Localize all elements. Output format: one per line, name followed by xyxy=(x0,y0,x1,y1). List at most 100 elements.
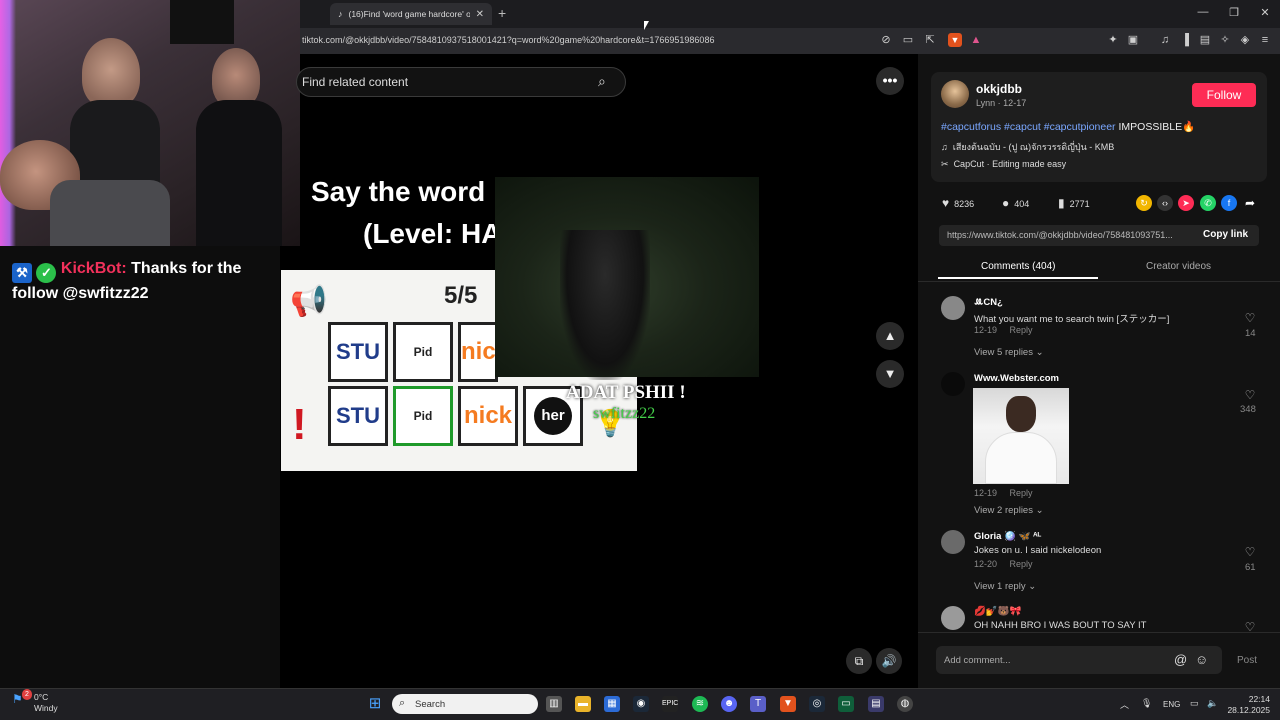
embed-icon[interactable]: ‹› xyxy=(1157,195,1173,211)
hashtag-link[interactable]: #capcutforus xyxy=(941,121,1001,133)
discord-icon[interactable]: ☻ xyxy=(721,696,737,712)
sidebar-icon[interactable]: ▐ xyxy=(1178,33,1192,47)
commenter-name[interactable]: Www.Webster.com xyxy=(974,373,1059,384)
teams-icon[interactable]: T xyxy=(750,696,766,712)
comment-like-count: 14 xyxy=(1245,328,1256,339)
app-icon[interactable]: ▤ xyxy=(868,696,884,712)
epic-games-icon[interactable]: EPIC xyxy=(662,696,678,712)
taskbar-search[interactable] xyxy=(392,694,538,714)
microphone-icon[interactable]: 🎙 xyxy=(1141,698,1152,709)
author-name[interactable]: okkjdbb xyxy=(976,82,1022,96)
bookmark-icon[interactable]: ▮ xyxy=(1058,196,1065,210)
share-arrow-icon[interactable]: ➦ xyxy=(1242,195,1258,211)
link-text[interactable]: https://www.tiktok.com/@okkjdbb/video/75… xyxy=(947,230,1173,240)
search-input[interactable]: Find related content xyxy=(302,75,408,89)
comment-stat[interactable]: ● 404 xyxy=(1002,196,1029,210)
comment-icon[interactable]: ● xyxy=(1002,196,1009,210)
view-replies-button[interactable]: View 1 reply ⌄ xyxy=(974,581,1036,592)
language-indicator[interactable]: ENG xyxy=(1163,700,1180,709)
commenter-name[interactable]: 💋💅🐻🎀 xyxy=(974,606,1021,617)
capcut-link[interactable]: ✂ CapCut · Editing made easy xyxy=(941,159,1066,170)
browser-tab[interactable]: ♪ (16)Find 'word game hardcore' o ✕ xyxy=(330,3,492,25)
obs-icon[interactable]: ◍ xyxy=(897,696,913,712)
leo-ai-icon[interactable]: ✧ xyxy=(1218,33,1232,47)
wallet-icon[interactable]: ▤ xyxy=(1198,33,1212,47)
commenter-name[interactable]: Gloria 🪩 🦋 ᴬᴸ xyxy=(974,531,1041,542)
brave-rewards-icon[interactable]: ▲ xyxy=(969,33,983,47)
store-icon[interactable]: ▦ xyxy=(604,696,620,712)
hashtag-link[interactable]: #capcut xyxy=(1004,121,1041,133)
repost-icon[interactable]: ↻ xyxy=(1136,195,1152,211)
reply-button[interactable]: Reply xyxy=(1010,488,1033,498)
tab-comments[interactable]: Comments (404) xyxy=(981,261,1055,272)
view-replies-label[interactable]: View 1 reply xyxy=(974,581,1026,592)
emoji-icon[interactable]: ☺ xyxy=(1195,652,1208,667)
hashtag-link[interactable]: #capcutpioneer xyxy=(1044,121,1116,133)
screenshot-icon[interactable]: ▣ xyxy=(1126,33,1140,47)
comment-like-icon[interactable]: ♡ xyxy=(1242,388,1258,402)
view-replies-button[interactable]: View 2 replies ⌄ xyxy=(974,505,1044,516)
new-tab-button[interactable]: + xyxy=(498,5,506,21)
commenter-avatar[interactable] xyxy=(941,606,965,630)
url-text[interactable]: tiktok.com/@okkjdbb/video/75848109375180… xyxy=(302,35,714,45)
clock[interactable]: 22:14 28.12.2025 xyxy=(1214,694,1270,716)
reply-button[interactable]: Reply xyxy=(1010,559,1033,569)
more-options-button[interactable]: ••• xyxy=(876,67,904,95)
author-avatar[interactable] xyxy=(941,80,969,108)
next-video-button[interactable]: ▼ xyxy=(876,360,904,388)
follow-button[interactable]: Follow xyxy=(1192,83,1256,107)
brave-shield-icon[interactable]: ▼ xyxy=(948,33,962,47)
facebook-icon[interactable]: f xyxy=(1221,195,1237,211)
restore-icon[interactable]: ❐ xyxy=(1224,6,1244,19)
view-replies-label[interactable]: View 5 replies xyxy=(974,347,1033,358)
share-icon[interactable]: ⇱ xyxy=(923,33,937,47)
music-title[interactable]: เสียงต้นฉบับ - (ปู ณ)จักรวรรดิญี่ปุ่น - … xyxy=(953,142,1115,152)
minimize-icon[interactable]: — xyxy=(1193,6,1213,18)
close-window-icon[interactable]: ✕ xyxy=(1255,6,1275,19)
terminal-icon[interactable]: ▭ xyxy=(838,696,854,712)
spotify-icon[interactable]: ≋ xyxy=(692,696,708,712)
comment-like-icon[interactable]: ♡ xyxy=(1242,311,1258,325)
vpn-icon[interactable]: ◈ xyxy=(1238,33,1252,47)
steam-icon[interactable]: ◉ xyxy=(633,696,649,712)
volume-icon[interactable]: 🔊 xyxy=(876,648,902,674)
media-icon[interactable]: ♫ xyxy=(1158,33,1172,47)
view-replies-label[interactable]: View 2 replies xyxy=(974,505,1033,516)
menu-icon[interactable]: ≡ xyxy=(1258,33,1272,47)
view-replies-button[interactable]: View 5 replies ⌄ xyxy=(974,347,1044,358)
capcut-text[interactable]: CapCut · Editing made easy xyxy=(954,159,1067,169)
like-stat[interactable]: ♥ 8236 xyxy=(942,196,974,210)
task-view-icon[interactable]: ▥ xyxy=(546,696,562,712)
commenter-avatar[interactable] xyxy=(941,372,965,396)
tab-creator-videos[interactable]: Creator videos xyxy=(1146,261,1211,272)
cast-icon[interactable]: ▭ xyxy=(901,33,915,47)
extensions-icon[interactable]: ✦ xyxy=(1106,33,1120,47)
music-link[interactable]: ♫ เสียงต้นฉบับ - (ปู ณ)จักรวรรดิญี่ปุ่น … xyxy=(941,140,1114,154)
comment-image[interactable] xyxy=(973,388,1069,484)
no-tracking-icon[interactable]: ⊘ xyxy=(879,33,893,47)
chevron-up-icon[interactable]: ︿ xyxy=(1120,698,1129,711)
mini-player-icon[interactable]: ⧉ xyxy=(846,648,872,674)
commenter-avatar[interactable] xyxy=(941,530,965,554)
close-tab-icon[interactable]: ✕ xyxy=(476,9,484,20)
reply-button[interactable]: Reply xyxy=(1010,325,1033,335)
brave-taskbar-icon[interactable]: ▼ xyxy=(780,696,796,712)
commenter-name[interactable]: ꔛCN¿ xyxy=(974,297,1003,308)
copy-link-button[interactable]: Copy link xyxy=(1203,229,1248,240)
previous-video-button[interactable]: ▲ xyxy=(876,322,904,350)
commenter-avatar[interactable] xyxy=(941,296,965,320)
comment-like-icon[interactable]: ♡ xyxy=(1242,545,1258,559)
mention-icon[interactable]: @ xyxy=(1174,652,1187,667)
post-button[interactable]: Post xyxy=(1237,655,1257,666)
file-explorer-icon[interactable]: ▬ xyxy=(575,696,591,712)
windows-start-icon[interactable]: ⊞ xyxy=(367,696,383,712)
search-icon[interactable]: ⌕ xyxy=(598,73,606,90)
send-icon[interactable]: ➤ xyxy=(1178,195,1194,211)
network-icon[interactable]: ▭ xyxy=(1190,698,1199,709)
whatsapp-icon[interactable]: ✆ xyxy=(1200,195,1216,211)
comment-placeholder[interactable]: Add comment... xyxy=(944,655,1011,666)
heart-icon[interactable]: ♥ xyxy=(942,196,949,210)
taskbar-search-label[interactable]: Search xyxy=(415,699,445,710)
steam-client-icon[interactable]: ◎ xyxy=(809,696,825,712)
save-stat[interactable]: ▮ 2771 xyxy=(1058,196,1090,210)
